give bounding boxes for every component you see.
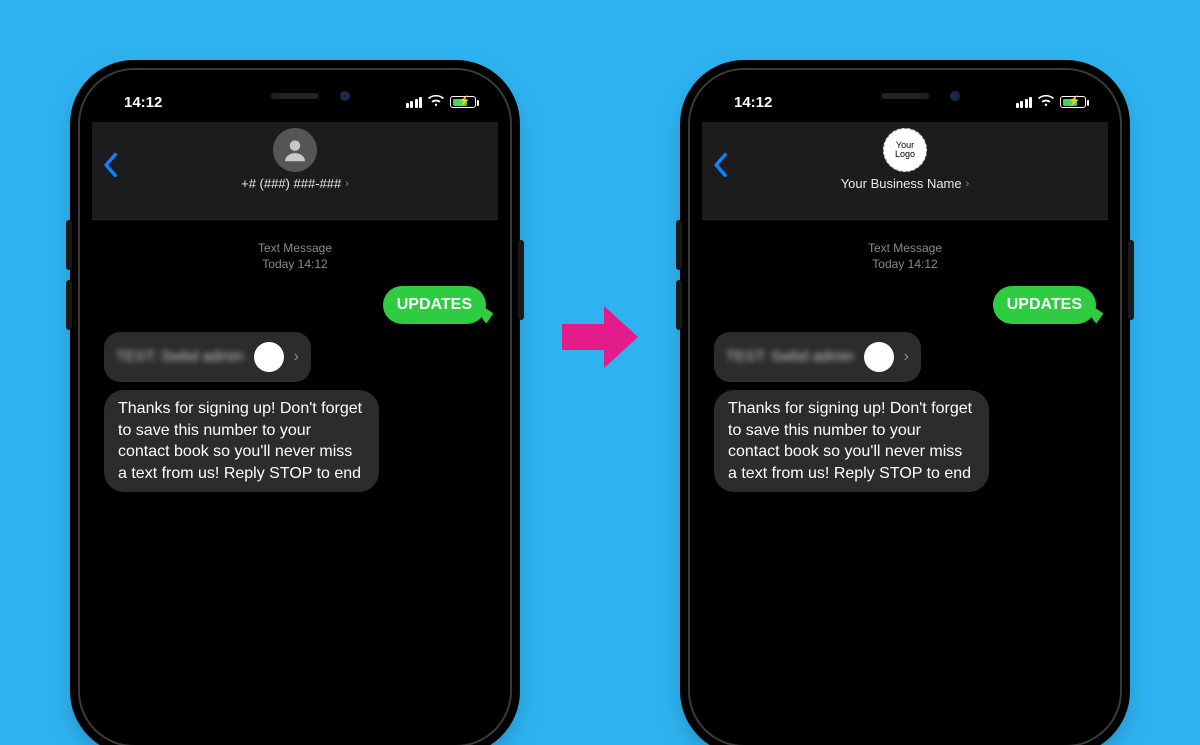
- conversation-header: Your Logo Your Business Name ›: [702, 122, 1108, 220]
- volume-up-button[interactable]: [676, 220, 682, 270]
- cellular-icon: [406, 97, 423, 108]
- wifi-icon: [428, 94, 444, 111]
- timestamp-label: Text Message Today 14:12: [714, 240, 1096, 272]
- notch: [200, 82, 390, 110]
- contact-name: +# (###) ###-###: [241, 176, 341, 191]
- status-time: 14:12: [724, 94, 772, 111]
- avatar-placeholder-icon: [273, 128, 317, 172]
- cellular-icon: [1016, 97, 1033, 108]
- outgoing-message-bubble[interactable]: UPDATES: [993, 286, 1096, 324]
- business-logo-avatar: Your Logo: [883, 128, 927, 172]
- speaker: [271, 93, 319, 99]
- contact-name: Your Business Name: [841, 176, 962, 191]
- chevron-right-icon: ›: [345, 178, 349, 190]
- volume-down-button[interactable]: [66, 280, 72, 330]
- link-preview-card[interactable]: TEST: Swbd admin ›: [104, 332, 311, 382]
- link-preview-card[interactable]: TEST: Swbd admin ›: [714, 332, 921, 382]
- messages-area[interactable]: Text Message Today 14:12 UPDATES TEST: S…: [702, 220, 1108, 733]
- screen: 14:12 ⚡ +# (###: [92, 82, 498, 733]
- arrow-icon: [560, 300, 640, 374]
- timestamp-label: Text Message Today 14:12: [104, 240, 486, 272]
- chevron-right-icon: ›: [966, 178, 970, 190]
- link-preview-text: TEST: Swbd admin: [726, 348, 854, 365]
- speaker: [881, 93, 929, 99]
- power-button[interactable]: [1128, 240, 1134, 320]
- messages-area[interactable]: Text Message Today 14:12 UPDATES TEST: S…: [92, 220, 498, 733]
- chevron-right-icon: ›: [294, 348, 299, 366]
- battery-icon: ⚡: [450, 96, 476, 108]
- link-preview-text: TEST: Swbd admin: [116, 348, 244, 365]
- incoming-message-bubble[interactable]: Thanks for signing up! Don't forget to s…: [714, 390, 989, 492]
- contact-info[interactable]: Your Logo Your Business Name ›: [702, 128, 1108, 191]
- volume-up-button[interactable]: [66, 220, 72, 270]
- phone-right: 14:12 ⚡ Your Logo: [690, 70, 1120, 745]
- link-preview-thumb: [864, 342, 894, 372]
- power-button[interactable]: [518, 240, 524, 320]
- volume-down-button[interactable]: [676, 280, 682, 330]
- phone-left: 14:12 ⚡ +# (###: [80, 70, 510, 745]
- contact-info[interactable]: +# (###) ###-### ›: [92, 128, 498, 191]
- screen: 14:12 ⚡ Your Logo: [702, 82, 1108, 733]
- battery-icon: ⚡: [1060, 96, 1086, 108]
- incoming-message-bubble[interactable]: Thanks for signing up! Don't forget to s…: [104, 390, 379, 492]
- front-camera: [950, 91, 960, 101]
- outgoing-message-bubble[interactable]: UPDATES: [383, 286, 486, 324]
- status-time: 14:12: [114, 94, 162, 111]
- notch: [810, 82, 1000, 110]
- front-camera: [340, 91, 350, 101]
- link-preview-thumb: [254, 342, 284, 372]
- conversation-header: +# (###) ###-### ›: [92, 122, 498, 220]
- wifi-icon: [1038, 94, 1054, 111]
- chevron-right-icon: ›: [904, 348, 909, 366]
